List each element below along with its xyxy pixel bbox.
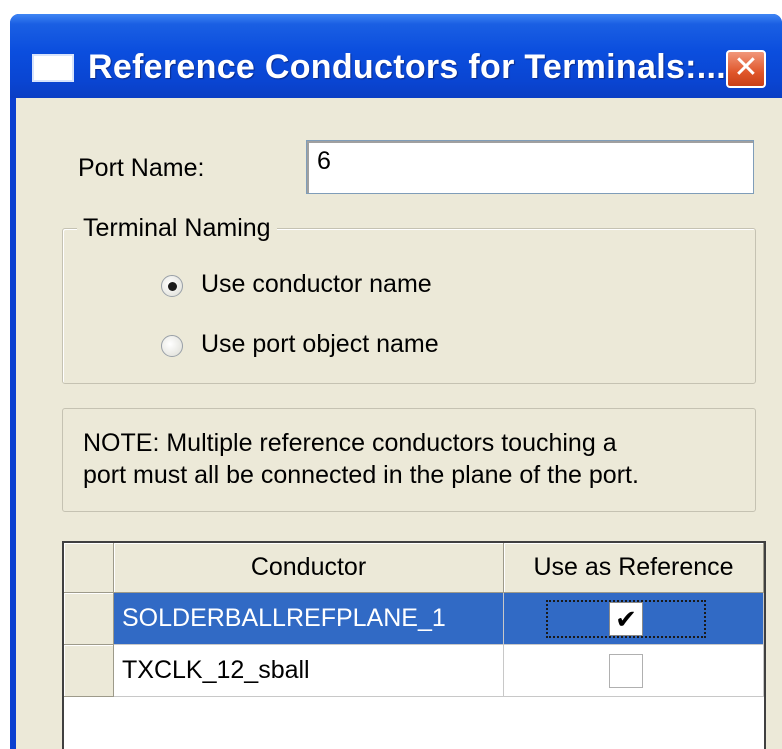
table-row-reference-cell[interactable] [504,645,764,697]
row-header[interactable] [64,593,114,645]
title-bar[interactable]: Reference Conductors for Terminals:... ✕ [10,14,782,98]
window-icon [32,54,74,82]
table-row-conductor-cell[interactable]: TXCLK_12_sball [114,645,504,697]
use-as-reference-checkbox[interactable]: ✔ [609,602,643,636]
column-header-conductor[interactable]: Conductor [114,543,504,593]
note-box: NOTE: Multiple reference conductors touc… [62,408,756,512]
checkmark-icon: ✔ [615,604,637,634]
dialog-window: Reference Conductors for Terminals:... ✕… [10,14,782,749]
table-corner-header [64,543,114,593]
table-row-reference-cell[interactable]: ✔ [504,593,764,645]
radio-use-port-object-name[interactable] [161,335,183,357]
note-line-1: NOTE: Multiple reference conductors touc… [83,429,617,457]
radio-use-conductor-name[interactable] [161,275,183,297]
row-header[interactable] [64,645,114,697]
radio-selected-dot [168,282,177,291]
dialog-body: Port Name: 6 Terminal Naming Use conduct… [16,98,782,749]
terminal-naming-group: Terminal Naming Use conductor name Use p… [62,214,756,384]
dialog-title: Reference Conductors for Terminals:... [88,48,727,86]
radio-label-use-conductor-name[interactable]: Use conductor name [201,270,432,299]
note-line-2: port must all be connected in the plane … [83,461,639,489]
port-name-label: Port Name: [78,154,205,182]
close-button[interactable]: ✕ [726,50,766,88]
use-as-reference-checkbox[interactable] [609,654,643,688]
radio-label-use-port-object-name[interactable]: Use port object name [201,330,439,359]
note-text: NOTE: Multiple reference conductors touc… [83,427,639,491]
column-header-use-as-reference[interactable]: Use as Reference [504,543,764,593]
conductor-table: Conductor Use as Reference SOLDERBALLREF… [62,541,766,749]
close-icon: ✕ [733,51,759,84]
port-name-input[interactable]: 6 [306,140,754,194]
table-row-conductor-cell[interactable]: SOLDERBALLREFPLANE_1 [114,593,504,645]
terminal-naming-legend: Terminal Naming [77,214,277,243]
